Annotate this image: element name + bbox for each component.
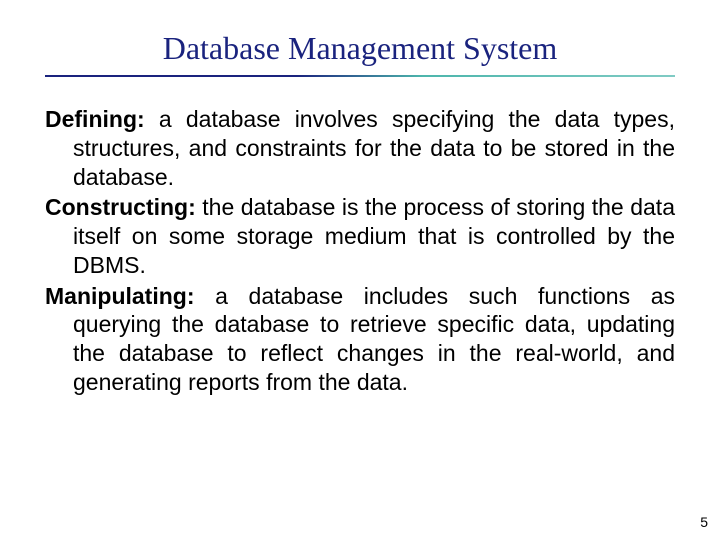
term-constructing: Constructing: [45, 194, 196, 220]
term-defining: Defining: [45, 106, 145, 132]
slide-container: Database Management System Defining: a d… [0, 0, 720, 540]
text-defining: a database involves specifying the data … [73, 106, 675, 190]
paragraph-manipulating: Manipulating: a database includes such f… [45, 282, 675, 397]
paragraph-constructing: Constructing: the database is the proces… [45, 193, 675, 279]
slide-content: Defining: a database involves specifying… [45, 105, 675, 397]
paragraph-defining: Defining: a database involves specifying… [45, 105, 675, 191]
title-underline [45, 75, 675, 77]
term-manipulating: Manipulating: [45, 283, 194, 309]
slide-title: Database Management System [45, 30, 675, 67]
page-number: 5 [700, 514, 708, 530]
